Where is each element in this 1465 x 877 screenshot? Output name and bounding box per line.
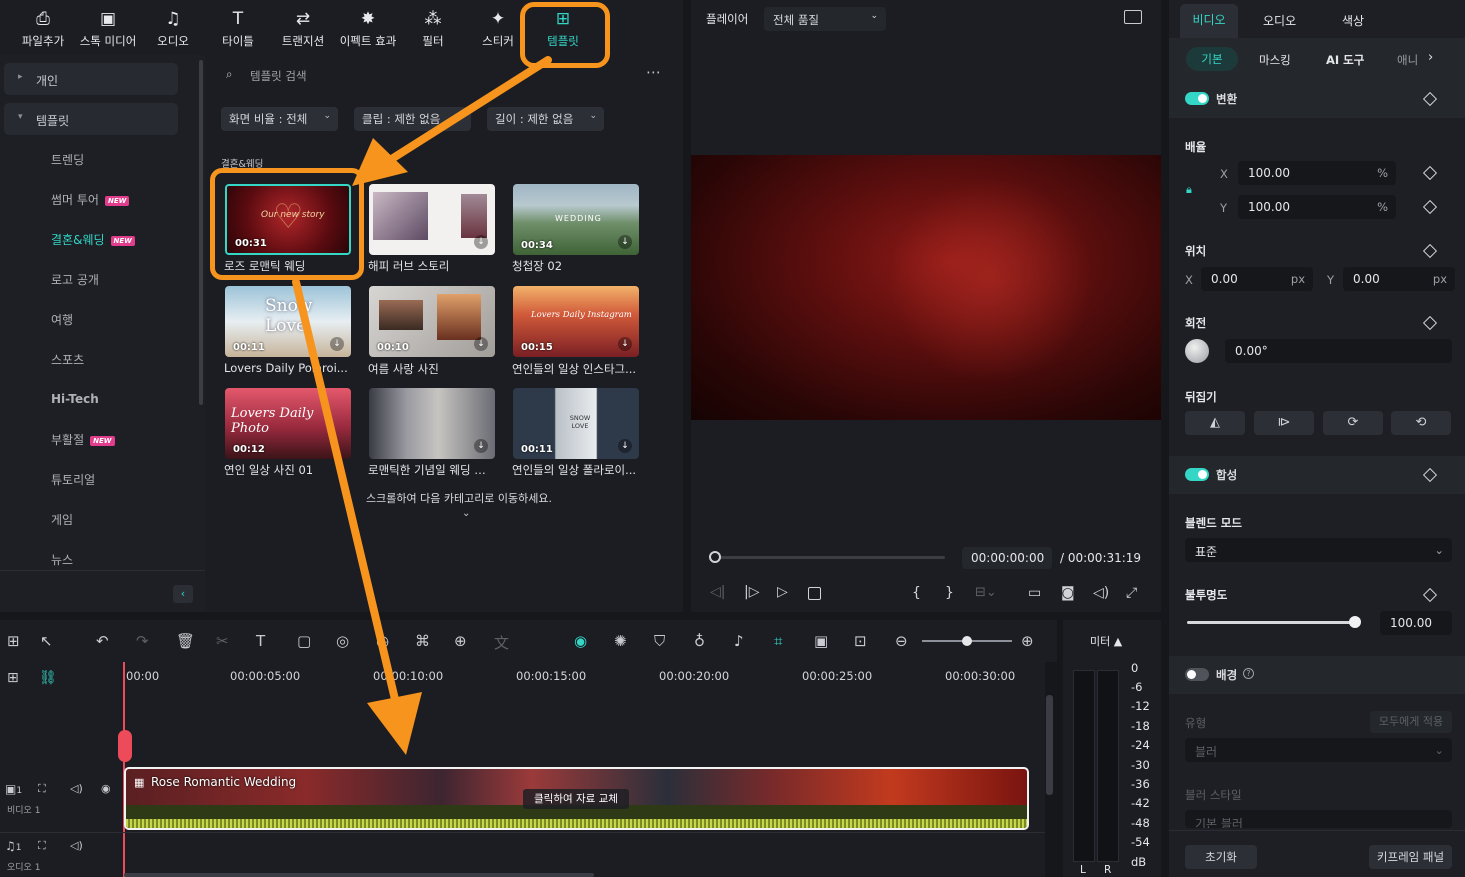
annotation-arrow-line — [386, 56, 552, 164]
annotation-arrow-line — [292, 278, 402, 716]
annotation-arrow-head — [367, 692, 422, 755]
annotation-arrows — [292, 56, 552, 755]
annotation-arrow-head — [352, 138, 408, 186]
